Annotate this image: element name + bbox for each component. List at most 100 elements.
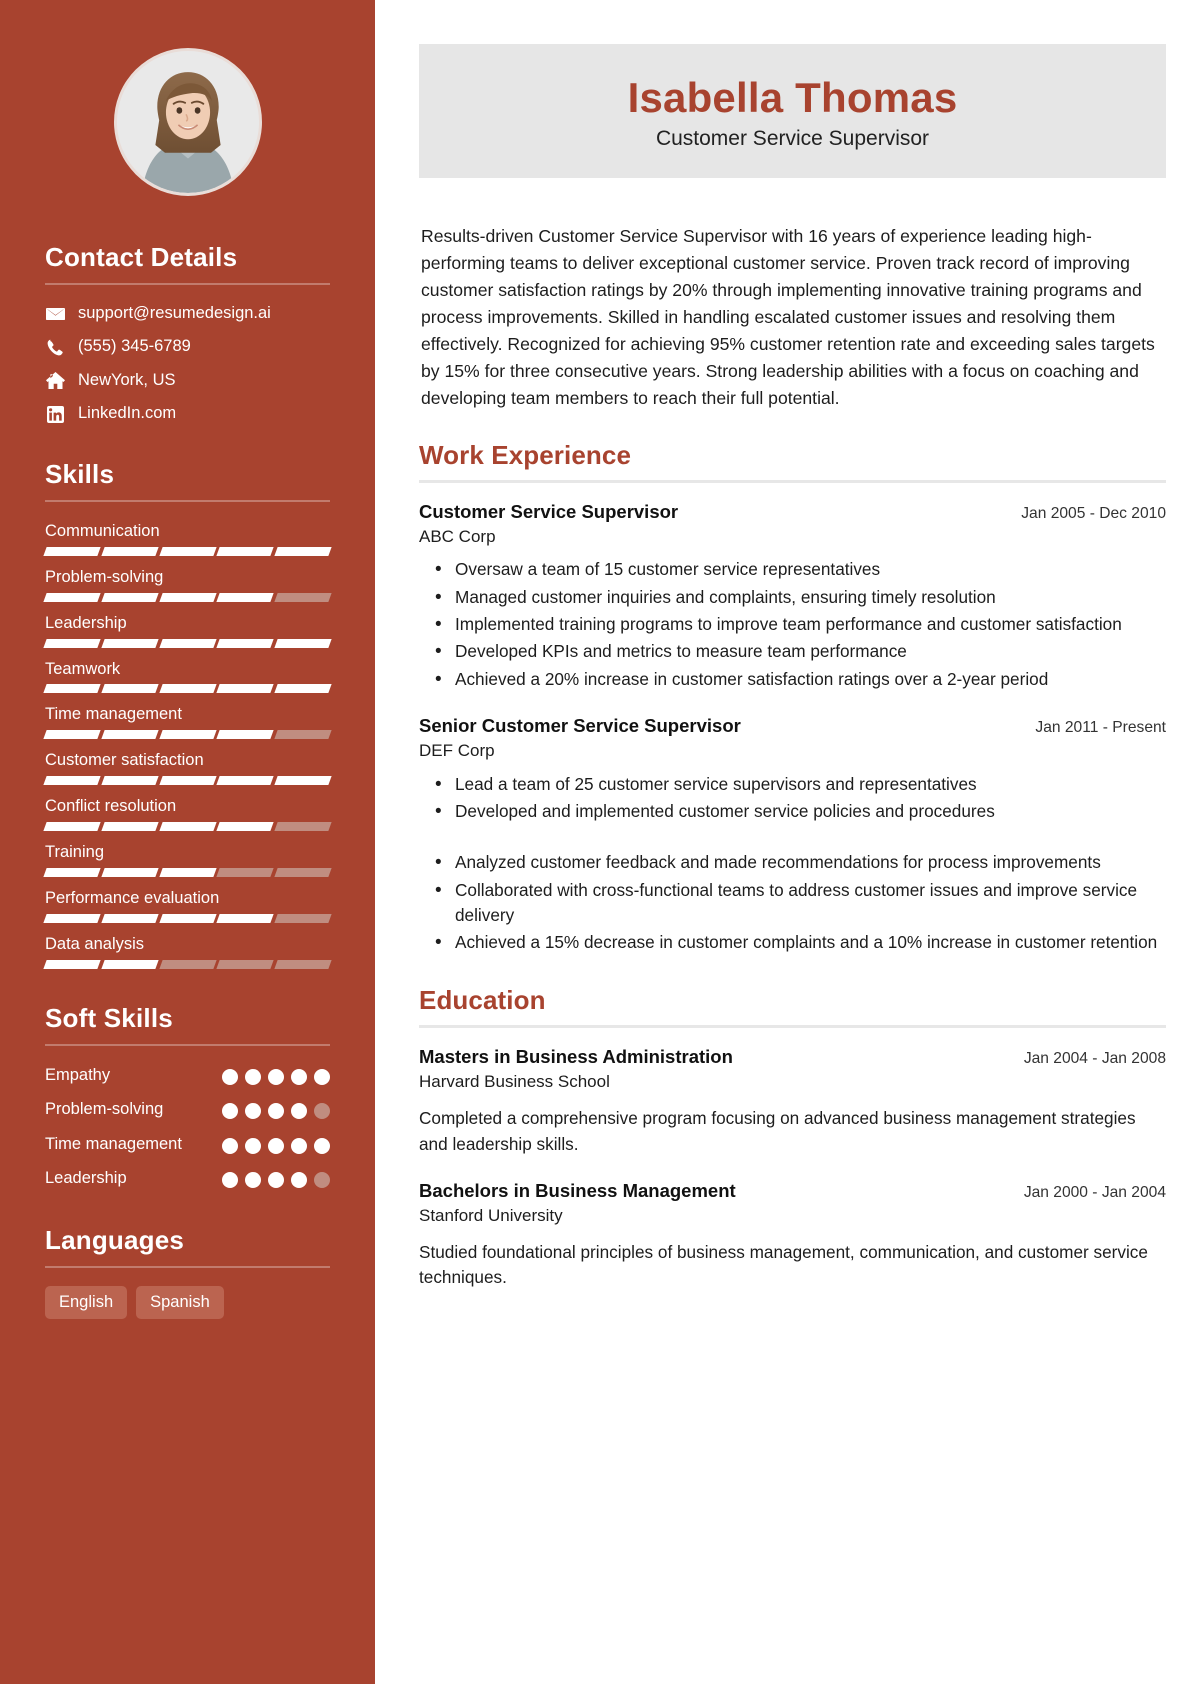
skill-item: Customer satisfaction xyxy=(43,749,332,786)
soft-skill-label: Leadership xyxy=(45,1169,127,1188)
avatar-container xyxy=(45,48,330,196)
soft-skill-item: Time management xyxy=(45,1133,330,1156)
skill-bar-segment xyxy=(158,822,217,832)
rating-dot xyxy=(222,1068,238,1085)
skill-bar-segment xyxy=(216,546,274,556)
contact-item-email[interactable]: support@resumedesign.ai xyxy=(45,303,330,324)
linkedin-icon xyxy=(45,405,65,423)
skill-level-bar xyxy=(43,776,332,786)
email-icon xyxy=(45,307,65,321)
work-entry-bullets: Oversaw a team of 15 customer service re… xyxy=(419,556,1166,693)
skill-label: Communication xyxy=(45,521,160,540)
skill-label: Performance evaluation xyxy=(45,889,220,908)
skill-bar-segment xyxy=(216,776,274,786)
languages-list: English Spanish xyxy=(45,1285,330,1320)
rating-dot xyxy=(245,1137,261,1154)
skill-bar-segment xyxy=(216,684,274,694)
skill-item: Leadership xyxy=(43,612,332,648)
contact-divider xyxy=(45,283,330,285)
soft-skills-heading: Soft Skills xyxy=(45,1002,173,1033)
rating-dot xyxy=(245,1103,261,1120)
skill-bar-segment xyxy=(274,776,332,786)
skill-bar-segment xyxy=(274,959,332,969)
contact-section: Contact Details support@resumedesign.ai … xyxy=(45,242,330,425)
rating-dot xyxy=(268,1103,284,1120)
rating-dot xyxy=(291,1137,307,1154)
education-divider xyxy=(419,1025,1166,1029)
home-icon xyxy=(45,372,65,390)
education-entry-description: Completed a comprehensive program focusi… xyxy=(419,1108,1136,1154)
work-entry-title: Customer Service Supervisor xyxy=(419,500,679,522)
rating-dot xyxy=(291,1103,307,1120)
resume-page: Contact Details support@resumedesign.ai … xyxy=(0,0,1200,1684)
skill-bar-segment xyxy=(216,959,274,969)
page-title: Isabella Thomas xyxy=(627,74,958,121)
skill-level-bar xyxy=(43,914,332,924)
skill-label: Conflict resolution xyxy=(45,797,177,816)
soft-skill-label: Empathy xyxy=(45,1065,111,1084)
skill-item: Time management xyxy=(43,703,332,740)
skill-label: Time management xyxy=(45,705,182,724)
skill-item: Communication xyxy=(43,520,332,556)
contact-value-email: support@resumedesign.ai xyxy=(78,304,271,322)
skill-bar-segment xyxy=(274,868,332,878)
skill-bar-segment xyxy=(274,822,332,832)
skill-bar-segment xyxy=(274,592,332,602)
skill-item: Training xyxy=(43,841,332,878)
skill-bar-segment xyxy=(101,914,159,924)
rating-dot xyxy=(314,1137,330,1154)
soft-skill-label: Time management xyxy=(45,1134,182,1153)
skill-bar-segment xyxy=(43,592,101,602)
work-entry-bullets: Lead a team of 25 customer service super… xyxy=(419,771,1166,958)
contact-heading: Contact Details xyxy=(45,242,238,272)
bullet-item: Achieved a 15% decrease in customer comp… xyxy=(435,929,1166,957)
skill-bar-segment xyxy=(216,592,274,602)
skill-level-bar xyxy=(43,868,332,878)
contact-value-phone: (555) 345-6789 xyxy=(78,337,191,356)
skill-bar-segment xyxy=(43,959,101,969)
work-experience-divider xyxy=(419,479,1166,483)
skill-bar-segment xyxy=(43,684,101,694)
soft-skill-rating xyxy=(222,1133,330,1154)
skill-bar-segment xyxy=(216,914,274,924)
rating-dot xyxy=(222,1172,238,1189)
language-tag: Spanish xyxy=(136,1285,224,1320)
skill-bar-segment xyxy=(43,776,101,786)
skill-label: Training xyxy=(45,843,104,862)
skill-bar-segment xyxy=(158,730,217,740)
bullet-item: Collaborated with cross-functional teams… xyxy=(435,877,1166,929)
rating-dot xyxy=(268,1172,284,1189)
skill-bar-segment xyxy=(158,868,217,878)
education-entry-date: Jan 2000 - Jan 2004 xyxy=(1023,1184,1166,1202)
education-section: Education Masters in Business Administra… xyxy=(419,985,1166,1291)
bullet-item: Implemented training programs to improve… xyxy=(435,611,1166,639)
bullet-item: Developed and implemented customer servi… xyxy=(435,798,1166,826)
soft-skill-item: Leadership xyxy=(45,1167,330,1190)
rating-dot xyxy=(314,1068,330,1085)
skill-bar-segment xyxy=(101,959,159,969)
rating-dot xyxy=(245,1172,261,1189)
rating-dot xyxy=(245,1068,261,1085)
skill-bar-segment xyxy=(158,914,217,924)
education-entry-description: Studied foundational principles of busin… xyxy=(419,1242,1148,1288)
contact-item-phone[interactable]: (555) 345-6789 xyxy=(45,336,330,357)
skill-bar-segment xyxy=(216,730,274,740)
skill-label: Leadership xyxy=(45,613,127,632)
bullet-spacer xyxy=(455,826,1166,848)
skill-level-bar xyxy=(43,730,332,740)
work-entry: Senior Customer Service Supervisor Jan 20… xyxy=(419,714,1166,958)
main-content: Isabella Thomas Customer Service Supervi… xyxy=(375,0,1200,1684)
contact-item-linkedin[interactable]: LinkedIn.com xyxy=(45,403,330,424)
soft-skill-item: Problem-solving xyxy=(45,1098,330,1121)
skill-item: Performance evaluation xyxy=(43,887,332,924)
contact-item-location[interactable]: NewYork, US xyxy=(45,370,330,391)
skill-bar-segment xyxy=(101,822,159,832)
languages-heading: Languages xyxy=(45,1224,185,1255)
education-entry-institution: Harvard Business School xyxy=(419,1072,610,1092)
soft-skill-item: Empathy xyxy=(45,1064,330,1087)
skill-level-bar xyxy=(43,592,332,602)
skill-level-bar xyxy=(43,638,332,648)
work-experience-list: Customer Service Supervisor Jan 2005 - De… xyxy=(419,500,1166,958)
bullet-item: Lead a team of 25 customer service super… xyxy=(435,771,1166,799)
work-entry-date: Jan 2011 - Present xyxy=(1035,718,1166,736)
